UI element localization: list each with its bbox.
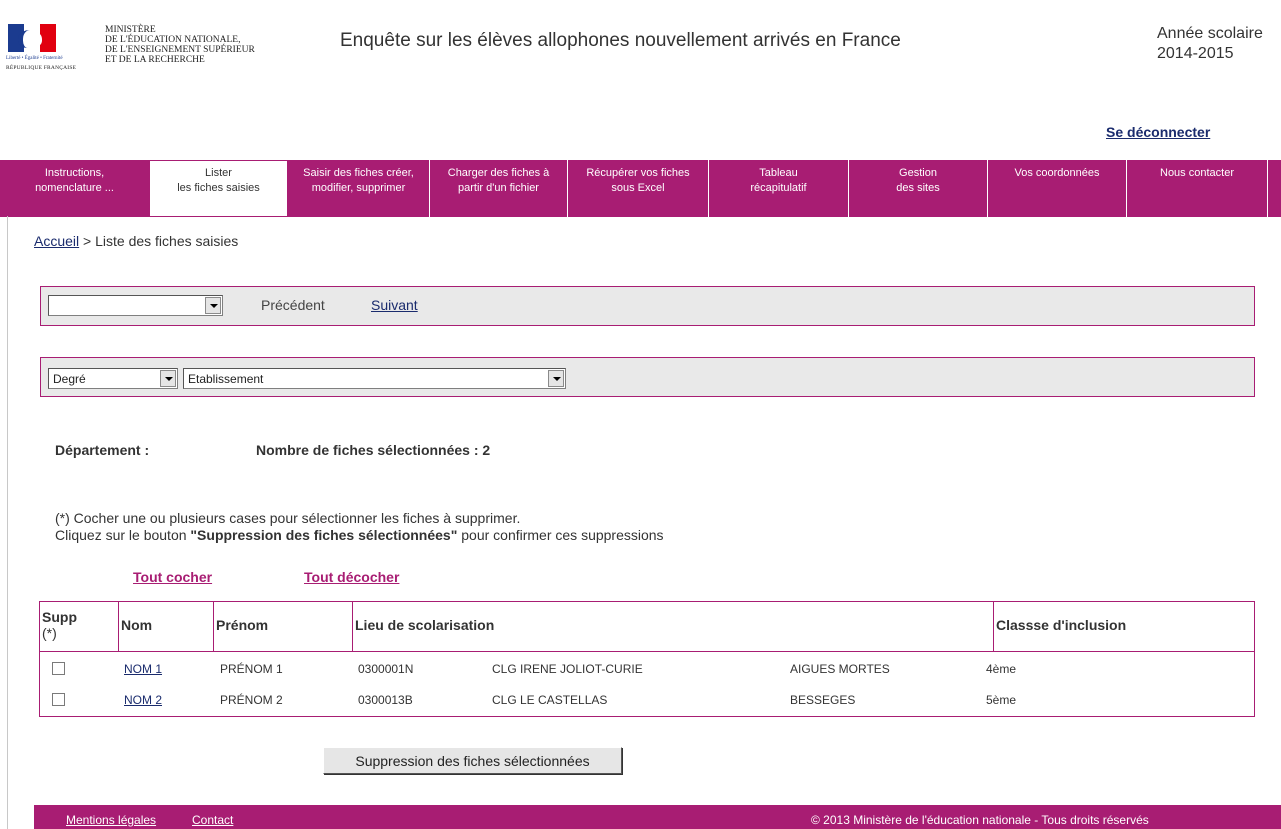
row-checkbox[interactable] (52, 693, 65, 706)
copyright: © 2013 Ministère de l'éducation national… (811, 813, 1149, 827)
degree-select[interactable]: Degré (48, 368, 178, 389)
row-prenom: PRÉNOM 1 (220, 662, 283, 676)
logout-link[interactable]: Se déconnecter (1106, 124, 1210, 140)
row-code: 0300001N (358, 662, 414, 676)
row-classe: 5ème (986, 693, 1017, 707)
header-prenom: Prénom (214, 602, 353, 651)
selected-count: Nombre de fiches sélectionnées : 2 (256, 442, 491, 458)
chevron-down-icon (205, 297, 221, 314)
pager-bar: Précédent Suivant (40, 286, 1255, 326)
page-border (7, 216, 8, 829)
nav-item-enter[interactable]: Saisir des fiches créer, modifier, suppri… (288, 160, 430, 217)
school-year-value: 2014-2015 (1157, 45, 1234, 62)
main-nav: Instructions, nomenclature ... Lister les … (0, 160, 1281, 217)
footer: Mentions légales Contact © 2013 Ministèr… (34, 805, 1281, 829)
row-nom-link[interactable]: NOM 1 (124, 662, 162, 676)
nav-item-contact-details[interactable]: Vos coordonnées (988, 160, 1127, 217)
row-prenom: PRÉNOM 2 (220, 693, 283, 707)
instructions-line1: (*) Cocher une ou plusieurs cases pour s… (55, 510, 521, 526)
chevron-down-icon (548, 370, 564, 387)
instructions: (*) Cocher une ou plusieurs cases pour s… (55, 510, 664, 544)
ministry-name: MINISTÈRE DE L'ÉDUCATION NATIONALE, DE L… (105, 25, 255, 65)
nav-item-list[interactable]: Lister les fiches saisies (149, 160, 288, 217)
row-city: BESSEGES (790, 693, 856, 707)
republic-motto: Liberté • Égalité • Fraternité (6, 56, 63, 61)
school-year-label: Année scolaire (1157, 25, 1263, 42)
nav-item-sites[interactable]: Gestion des sites (849, 160, 988, 217)
filter-bar: Degré Etablissement (40, 357, 1255, 397)
nav-item-summary[interactable]: Tableau récapitulatif (709, 160, 849, 217)
chevron-down-icon (160, 370, 176, 387)
school-year: Année scolaire 2014-2015 (1157, 24, 1263, 64)
page-title: Enquête sur les élèves allophones nouvel… (340, 30, 901, 51)
breadcrumb: Accueil > Liste des fiches saisies (34, 233, 239, 249)
header-classe: Classse d'inclusion (996, 617, 1127, 633)
breadcrumb-current: Liste des fiches saisies (95, 233, 239, 249)
delete-selected-button[interactable]: Suppression des fiches sélectionnées (323, 747, 622, 774)
legal-notice-link[interactable]: Mentions légales (66, 813, 156, 827)
republic-label: RÉPUBLIQUE FRANÇAISE (6, 65, 77, 71)
row-city: AIGUES MORTES (790, 662, 890, 676)
school-select[interactable]: Etablissement (183, 368, 566, 389)
next-link[interactable]: Suivant (371, 297, 418, 313)
instructions-line2: Cliquez sur le bouton "Suppression des f… (55, 527, 664, 543)
row-classe: 4ème (986, 662, 1017, 676)
department-label: Département : (55, 442, 150, 458)
header-nom: Nom (119, 602, 214, 651)
header-lieu: Lieu de scolarisation (353, 602, 994, 651)
nav-item-contact-us[interactable]: Nous contacter (1127, 160, 1268, 217)
table-row: NOM 2 PRÉNOM 2 0300013B CLG LE CASTELLAS… (40, 689, 1254, 711)
contact-link[interactable]: Contact (192, 813, 233, 827)
nav-item-upload[interactable]: Charger des fiches à partir d'un fichier (430, 160, 568, 217)
records-table: Supp (*) Nom Prénom Lieu de scolarisation… (39, 601, 1255, 717)
row-nom-link[interactable]: NOM 2 (124, 693, 162, 707)
table-header: Supp (*) Nom Prénom Lieu de scolarisation… (40, 602, 1254, 652)
table-row: NOM 1 PRÉNOM 1 0300001N CLG IRENE JOLIOT… (40, 658, 1254, 680)
row-school: CLG LE CASTELLAS (492, 693, 608, 707)
breadcrumb-home-link[interactable]: Accueil (34, 233, 79, 249)
nav-item-excel[interactable]: Récupérer vos fiches sous Excel (568, 160, 709, 217)
check-all-link[interactable]: Tout cocher (133, 569, 212, 585)
nav-item-instructions[interactable]: Instructions, nomenclature ... (0, 160, 150, 217)
row-school: CLG IRENE JOLIOT-CURIE (492, 662, 643, 676)
row-checkbox[interactable] (52, 662, 65, 675)
previous-label: Précédent (261, 297, 325, 313)
republic-logo: Liberté • Égalité • Fraternité RÉPUBLIQU… (6, 22, 98, 78)
row-code: 0300013B (358, 693, 413, 707)
marianne-flag-icon (8, 24, 56, 52)
page-select[interactable] (48, 295, 223, 316)
uncheck-all-link[interactable]: Tout décocher (304, 569, 399, 585)
header-supp: Supp (*) (40, 602, 119, 651)
